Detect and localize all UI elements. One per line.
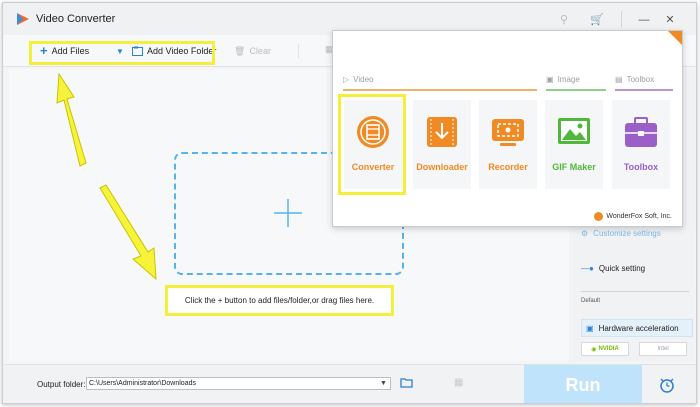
customize-settings-button[interactable]: ⚙ Customize settings <box>581 229 661 238</box>
run-button[interactable]: Run <box>524 365 642 403</box>
gif-maker-icon <box>558 118 590 144</box>
category-video-label: Video <box>353 75 374 84</box>
video-icon: ▷ <box>343 75 350 84</box>
category-image: ▣ Image <box>546 75 580 84</box>
hardware-acceleration-button[interactable]: ▣ Hardware acceleration <box>581 319 693 337</box>
minimize-icon[interactable]: — <box>638 14 650 26</box>
tile-downloader[interactable]: Downloader <box>413 100 471 189</box>
converter-highlight <box>338 94 406 195</box>
toolbox-icon <box>625 117 657 147</box>
bottom-bar: Output folder: C:\Users\Administrator\Do… <box>3 364 696 403</box>
brand-footer: WonderFox Soft, Inc. <box>594 212 672 221</box>
category-toolbox: ▤ Toolbox <box>615 75 654 84</box>
drop-hint: Click the + button to add files/folder,o… <box>165 285 394 316</box>
dropdown-arrow-icon[interactable]: ▼ <box>380 380 388 388</box>
clear-label: Clear <box>249 46 271 56</box>
toolbar-highlight <box>29 41 215 65</box>
tile-recorder[interactable]: Recorder <box>479 100 537 189</box>
tile-downloader-label: Downloader <box>416 162 468 172</box>
downloader-icon <box>427 117 457 147</box>
app-logo-icon <box>17 13 29 25</box>
customize-settings-label: Customize settings <box>593 229 661 238</box>
tile-toolbox-label: Toolbox <box>623 162 659 172</box>
quality-slider[interactable] <box>581 291 689 292</box>
tile-gif-maker[interactable]: GIF Maker <box>545 100 603 189</box>
default-label: Default <box>581 298 601 304</box>
category-toolbox-label: Toolbox <box>626 75 655 84</box>
image-icon: ▣ <box>546 75 554 84</box>
clear-button[interactable]: 🗑 Clear <box>234 44 271 58</box>
nvidia-label: NVIDIA <box>598 346 619 352</box>
brand-label: WonderFox Soft, Inc. <box>606 213 672 220</box>
wonderfox-logo-icon <box>594 212 604 221</box>
open-folder-icon[interactable] <box>400 377 414 389</box>
category-video-line <box>343 89 537 91</box>
key-icon[interactable]: ⚲ <box>558 14 570 26</box>
tile-recorder-label: Recorder <box>488 162 528 172</box>
alarm-clock-icon[interactable] <box>658 376 676 394</box>
add-plus-icon[interactable] <box>273 198 303 228</box>
run-label: Run <box>565 375 601 395</box>
title-separator <box>621 11 622 27</box>
app-title: Video Converter <box>36 13 116 25</box>
category-toolbox-line <box>615 89 673 91</box>
intel-toggle[interactable]: Intel <box>639 342 687 356</box>
hw-accel-label: Hardware acceleration <box>598 323 679 333</box>
output-folder-input[interactable]: C:\Users\Administrator\Downloads ▼ <box>86 377 391 390</box>
toolbox-icon: ▤ <box>615 75 623 84</box>
tile-toolbox[interactable]: Toolbox <box>612 100 670 189</box>
category-image-line <box>546 89 606 91</box>
nvidia-icon: ◉ <box>591 346 597 353</box>
recorder-icon <box>492 119 524 146</box>
settings-icon: ⚙ <box>581 229 589 238</box>
quick-setting: —● Quick setting <box>581 264 645 273</box>
trash-icon[interactable]: ▦ <box>454 377 463 388</box>
output-folder-label: Output folder: <box>37 380 86 389</box>
cart-icon[interactable]: 🛒 <box>590 14 604 26</box>
nvidia-toggle[interactable]: ◉ NVIDIA <box>581 342 629 356</box>
chip-icon: ▣ <box>586 323 594 333</box>
tile-gif-maker-label: GIF Maker <box>552 162 596 172</box>
output-folder-value: C:\Users\Administrator\Downloads <box>89 380 196 387</box>
category-image-label: Image <box>557 75 580 84</box>
quick-setting-icon: —● <box>581 264 594 273</box>
popup-corner-mark <box>668 31 682 45</box>
close-icon[interactable]: ✕ <box>664 14 676 26</box>
category-video: ▷ Video <box>343 75 373 84</box>
trash-icon: 🗑 <box>234 45 246 56</box>
quick-setting-label: Quick setting <box>598 264 646 273</box>
intel-label: Intel <box>657 346 669 352</box>
drop-hint-text: Click the + button to add files/folder,o… <box>184 296 375 305</box>
toolbar-separator <box>298 44 299 58</box>
